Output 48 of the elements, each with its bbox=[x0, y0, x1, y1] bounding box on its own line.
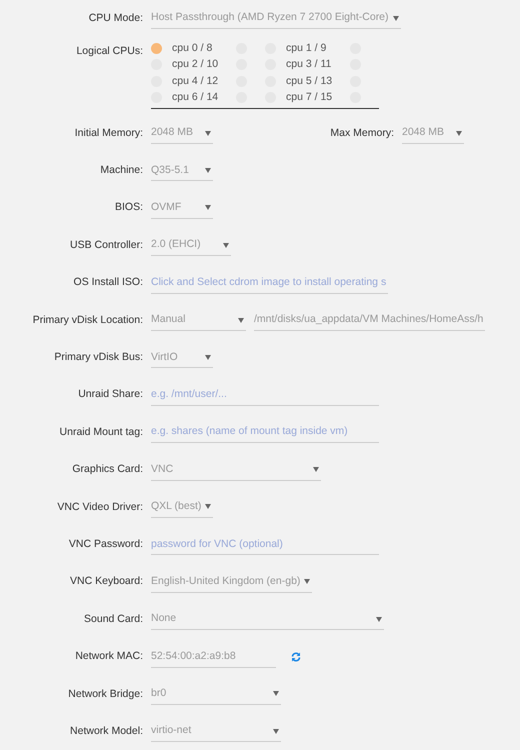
input-field[interactable]: e.g. shares (name of mount tag inside vm) bbox=[151, 422, 379, 444]
field-label: Unraid Mount tag: bbox=[58, 424, 143, 440]
field-label: Primary vDisk Location: bbox=[32, 312, 143, 328]
field-label: Network Model: bbox=[69, 724, 143, 739]
cpu-label: cpu 6 / 14 bbox=[172, 90, 220, 106]
cpu-label: cpu 4 / 12 bbox=[172, 74, 220, 89]
field-label: Logical CPUs: bbox=[75, 44, 143, 60]
dropdown-field[interactable]: English-United Kingdom (en-gb) bbox=[151, 572, 312, 593]
field-label: Initial Memory: bbox=[74, 126, 143, 141]
cpu-label: cpu 1 / 9 bbox=[286, 40, 328, 56]
field-label: Machine: bbox=[99, 163, 143, 178]
field-label: Sound Card: bbox=[83, 612, 143, 627]
dropdown-field[interactable]: 2048 MB bbox=[151, 123, 213, 144]
field-label: BIOS: bbox=[114, 200, 143, 216]
field-label: VNC Video Driver: bbox=[56, 500, 143, 515]
input-field[interactable]: e.g. /mnt/user/... bbox=[151, 384, 379, 406]
dropdown-field[interactable]: VirtIO bbox=[151, 347, 213, 368]
dropdown-field[interactable]: Manual bbox=[151, 310, 246, 332]
dropdown-field[interactable]: None bbox=[151, 609, 384, 630]
dropdown-field[interactable]: Host Passthrough (AMD Ryzen 7 2700 Eight-Core) bbox=[151, 8, 401, 30]
dropdown-field[interactable]: QXL (best) bbox=[151, 496, 214, 518]
field-label: VNC Keyboard: bbox=[69, 574, 143, 590]
dropdown-field[interactable]: br0 bbox=[151, 684, 281, 705]
field-label: CPU Mode: bbox=[88, 10, 143, 26]
field-label: Max Memory: bbox=[330, 126, 394, 141]
dropdown-field[interactable]: virtio-net bbox=[151, 721, 281, 742]
cpu-label: cpu 7 / 15 bbox=[286, 90, 334, 106]
field-label: Graphics Card: bbox=[71, 462, 143, 478]
input-field[interactable]: 52:54:00:a2:a9:b8 bbox=[151, 646, 276, 668]
path-field[interactable]: /mnt/disks/ua_appdata/VM Machines/HomeAss/h bbox=[254, 310, 486, 332]
field-label: Network MAC: bbox=[74, 649, 143, 664]
dropdown-field[interactable]: VNC bbox=[151, 460, 321, 481]
field-label: VNC Password: bbox=[68, 537, 143, 552]
dropdown-field[interactable]: OVMF bbox=[151, 198, 213, 219]
field-label: Network Bridge: bbox=[67, 686, 143, 702]
dropdown-field[interactable]: 2048 MB bbox=[402, 123, 464, 144]
dropdown-field[interactable]: Q35-5.1 bbox=[151, 160, 213, 182]
field-label: USB Controller: bbox=[69, 238, 143, 253]
cpu-label: cpu 0 / 8 bbox=[172, 40, 214, 56]
field-label: Unraid Share: bbox=[77, 387, 143, 402]
input-field[interactable]: password for VNC (optional) bbox=[151, 534, 379, 556]
field-label: OS Install ISO: bbox=[72, 275, 143, 290]
dropdown-field[interactable]: 2.0 (EHCI) bbox=[151, 235, 231, 256]
input-field[interactable]: Click and Select cdrom image to install operating s bbox=[151, 272, 388, 294]
cpu-label: cpu 3 / 11 bbox=[286, 57, 332, 72]
cpu-label: cpu 2 / 10 bbox=[172, 57, 220, 72]
cpu-label: cpu 5 / 13 bbox=[286, 74, 334, 89]
field-label: Primary vDisk Bus: bbox=[53, 350, 143, 366]
